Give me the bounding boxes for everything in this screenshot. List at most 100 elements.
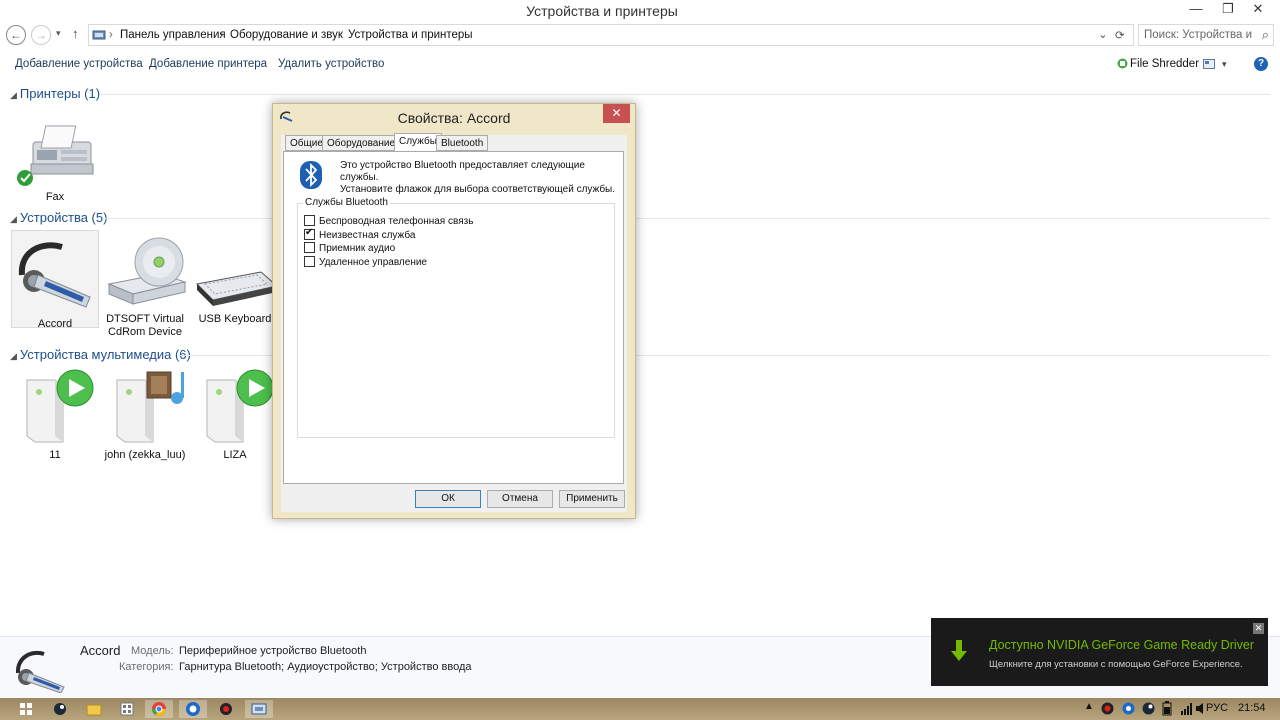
service-audio-sink[interactable]: Приемник аудио: [304, 242, 395, 254]
apply-button[interactable]: Применить: [559, 490, 625, 508]
up-button[interactable]: ↑: [72, 26, 79, 41]
address-dropdown-icon[interactable]: ⌄: [1098, 27, 1108, 41]
nvidia-notification[interactable]: Доступно NVIDIA GeForce Game Ready Drive…: [931, 618, 1268, 686]
tray-browser-icon[interactable]: [1122, 702, 1135, 715]
cdrom-drive-icon: [107, 237, 187, 305]
recent-locations-dropdown[interactable]: ▾: [56, 28, 61, 39]
group-header-label: Устройства мультимедиа (6): [19, 347, 191, 362]
close-button[interactable]: ✕: [1244, 0, 1272, 20]
taskbar: ▲ РУС 21:54: [0, 698, 1280, 720]
device-label: LIZA: [223, 449, 247, 461]
steam-icon[interactable]: [46, 700, 74, 718]
details-category-value: Гарнитура Bluetooth; Аудиоустройство; Ус…: [179, 661, 472, 673]
service-wireless-telephony[interactable]: Беспроводная телефонная связь: [304, 215, 473, 227]
view-dropdown-icon[interactable]: ▾: [1222, 59, 1227, 70]
notification-subtitle: Щелкните для установки с помощью GeForce…: [989, 659, 1243, 670]
tab-hardware[interactable]: Оборудование: [322, 135, 401, 151]
window-title: Устройства и принтеры: [526, 3, 678, 19]
device-dtsoft-cdrom[interactable]: DTSOFT Virtual CdRom Device: [101, 234, 189, 340]
view-options-icon[interactable]: [1203, 59, 1215, 69]
collapse-arrow-icon: ◢: [10, 90, 17, 100]
bluetooth-icon: [300, 161, 322, 189]
breadcrumb-separator: ›: [220, 29, 224, 41]
back-button[interactable]: ←: [6, 25, 26, 45]
app-icon[interactable]: [212, 700, 240, 718]
device-media-liza[interactable]: LIZA: [191, 368, 279, 464]
device-accord[interactable]: Accord: [11, 230, 99, 330]
refresh-icon[interactable]: ⟳: [1115, 28, 1125, 42]
language-indicator[interactable]: РУС: [1206, 702, 1228, 714]
search-box[interactable]: Поиск: Устройства и ... ⌕: [1138, 24, 1274, 46]
keyboard-icon: [195, 271, 279, 306]
group-header-label: Принтеры (1): [19, 86, 101, 101]
service-checkbox[interactable]: [304, 256, 315, 267]
file-shredder-icon: [1117, 58, 1128, 69]
collapse-arrow-icon: ◢: [10, 351, 17, 361]
device-label: Accord: [37, 318, 73, 330]
service-remote-control[interactable]: Удаленное управление: [304, 256, 427, 268]
services-description: Это устройство Bluetooth предоставляет с…: [340, 160, 623, 196]
browser-icon[interactable]: [179, 700, 207, 718]
help-icon[interactable]: ?: [1254, 57, 1268, 71]
file-shredder-button[interactable]: File Shredder: [1130, 58, 1199, 70]
start-icon[interactable]: [12, 700, 40, 718]
battery-icon[interactable]: [1162, 701, 1172, 716]
bluetooth-headset-icon: [18, 242, 91, 308]
control-panel-taskbar-icon[interactable]: [113, 700, 141, 718]
ok-button[interactable]: ОК: [415, 490, 481, 508]
service-unknown[interactable]: Неизвестная служба: [304, 227, 415, 241]
add-printer-button[interactable]: Добавление принтера: [149, 58, 267, 70]
group-header-printers[interactable]: ◢ Принтеры (1): [10, 86, 100, 101]
network-icon[interactable]: [1180, 702, 1194, 715]
maximize-button[interactable]: ❐: [1214, 0, 1242, 20]
device-media-11[interactable]: 11: [11, 368, 99, 464]
device-label: Fax: [45, 191, 65, 203]
service-label: Беспроводная телефонная связь: [319, 216, 474, 227]
add-device-button[interactable]: Добавление устройства: [15, 58, 143, 70]
file-explorer-icon[interactable]: [80, 700, 108, 718]
bluetooth-services-group: Службы Bluetooth Беспроводная телефонная…: [297, 197, 615, 438]
device-usb-keyboard[interactable]: USB Keyboard: [191, 262, 279, 332]
notification-close-button[interactable]: ✕: [1253, 623, 1264, 634]
dialog-close-button[interactable]: ✕: [603, 104, 630, 123]
device-fax[interactable]: Fax: [11, 120, 99, 204]
services-legend: Службы Bluetooth: [303, 197, 390, 208]
breadcrumb-control-panel[interactable]: Панель управления: [120, 29, 226, 41]
address-bar[interactable]: › Панель управления › Оборудование и зву…: [88, 24, 1134, 46]
remove-device-button[interactable]: Удалить устройство: [278, 58, 384, 70]
tab-bluetooth[interactable]: Bluetooth: [436, 135, 489, 151]
dialog-titlebar: Свойства: Accord ✕: [273, 104, 635, 130]
dialog-body: Общие Оборудование Службы Bluetooth Это …: [281, 133, 627, 512]
device-label: USB Keyboard: [198, 313, 272, 325]
device-media-john[interactable]: john (zekka_luu): [101, 368, 189, 464]
bluetooth-headset-icon: [16, 651, 65, 693]
volume-icon[interactable]: [1195, 702, 1205, 715]
tray-app-icon[interactable]: [1101, 702, 1114, 715]
show-hidden-icons[interactable]: ▲: [1084, 701, 1094, 712]
service-checkbox[interactable]: [304, 242, 315, 253]
download-arrow-icon: [951, 640, 967, 661]
devices-printers-taskbar-icon[interactable]: [245, 700, 273, 718]
breadcrumb-devices-printers[interactable]: Устройства и принтеры: [348, 29, 473, 41]
group-header-devices[interactable]: ◢ Устройства (5): [10, 210, 107, 225]
service-label: Приемник аудио: [319, 243, 396, 254]
service-checkbox[interactable]: [304, 215, 315, 226]
forward-button[interactable]: →: [31, 25, 51, 45]
properties-dialog: Свойства: Accord ✕ Общие Оборудование Сл…: [272, 103, 636, 519]
group-header-multimedia[interactable]: ◢ Устройства мультимедиа (6): [10, 347, 191, 362]
search-input[interactable]: Поиск: Устройства и ...: [1144, 29, 1256, 41]
media-library-icon: [116, 371, 184, 443]
minimize-button[interactable]: —: [1182, 0, 1210, 20]
cancel-button[interactable]: Отмена: [487, 490, 553, 508]
service-checkbox[interactable]: [304, 227, 315, 240]
tab-services[interactable]: Службы: [394, 133, 442, 152]
search-icon[interactable]: ⌕: [1262, 27, 1269, 43]
chrome-icon[interactable]: [145, 700, 173, 718]
command-bar: Добавление устройства Добавление принтер…: [0, 52, 1280, 78]
media-server-icon: [26, 369, 94, 443]
clock[interactable]: 21:54: [1238, 702, 1266, 714]
group-header-label: Устройства (5): [19, 210, 108, 225]
breadcrumb-hardware-sound[interactable]: Оборудование и звук: [230, 29, 343, 41]
dialog-title: Свойства: Accord: [397, 110, 511, 126]
tray-steam-icon[interactable]: [1142, 702, 1155, 715]
